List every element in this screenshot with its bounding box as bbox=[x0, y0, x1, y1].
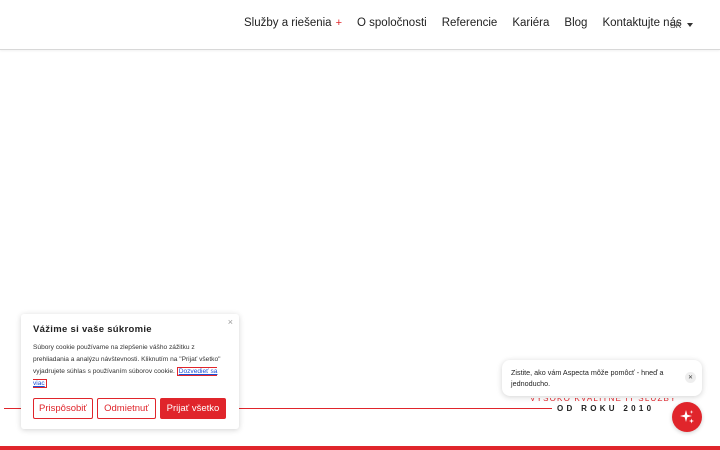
cookie-description: Súbory cookie používame na zlepšenie váš… bbox=[33, 342, 231, 390]
close-icon[interactable]: × bbox=[228, 317, 233, 327]
close-icon[interactable]: ✕ bbox=[685, 372, 696, 383]
site-header: Služby a riešenia + O spoločnosti Refere… bbox=[0, 0, 720, 50]
nav-item-label: Kariéra bbox=[512, 17, 550, 29]
nav-item-services[interactable]: Služby a riešenia + bbox=[244, 17, 342, 29]
chat-prompt-bubble[interactable]: Zistite, ako vám Aspecta môže pomôcť - h… bbox=[502, 360, 702, 396]
plus-icon: + bbox=[335, 17, 343, 29]
nav-item-career[interactable]: Kariéra bbox=[512, 17, 549, 29]
nav-item-about[interactable]: O spoločnosti bbox=[357, 17, 427, 29]
caret-down-icon bbox=[687, 23, 694, 27]
language-label: SK bbox=[670, 20, 682, 30]
cookie-button-group: Prispôsobiť Odmietnuť Prijať všetko bbox=[33, 398, 226, 419]
tagline-line-2: OD ROKU 2010 bbox=[557, 404, 655, 413]
reject-button[interactable]: Odmietnuť bbox=[97, 398, 156, 419]
chat-message: Zistite, ako vám Aspecta môže pomôcť - h… bbox=[511, 368, 664, 388]
nav-item-label: Referencie bbox=[441, 17, 498, 29]
nav-item-label: Služby a riešenia bbox=[244, 17, 332, 29]
sparkle-icon bbox=[680, 410, 694, 424]
main-nav: Služby a riešenia + O spoločnosti Refere… bbox=[244, 17, 697, 29]
cookie-title: Vážime si vaše súkromie bbox=[33, 324, 152, 335]
customize-button[interactable]: Prispôsobiť bbox=[33, 398, 93, 419]
bottom-accent-bar bbox=[0, 446, 720, 450]
nav-item-blog[interactable]: Blog bbox=[564, 17, 587, 29]
nav-item-references[interactable]: Referencie bbox=[442, 17, 498, 29]
accept-all-button[interactable]: Prijať všetko bbox=[160, 398, 226, 419]
chat-launcher-button[interactable] bbox=[672, 402, 702, 432]
nav-item-label: Blog bbox=[564, 17, 588, 29]
nav-item-label: O spoločnosti bbox=[357, 17, 427, 29]
language-switcher[interactable]: SK bbox=[670, 20, 694, 30]
cookie-consent-banner: × Vážime si vaše súkromie Súbory cookie … bbox=[21, 314, 239, 429]
